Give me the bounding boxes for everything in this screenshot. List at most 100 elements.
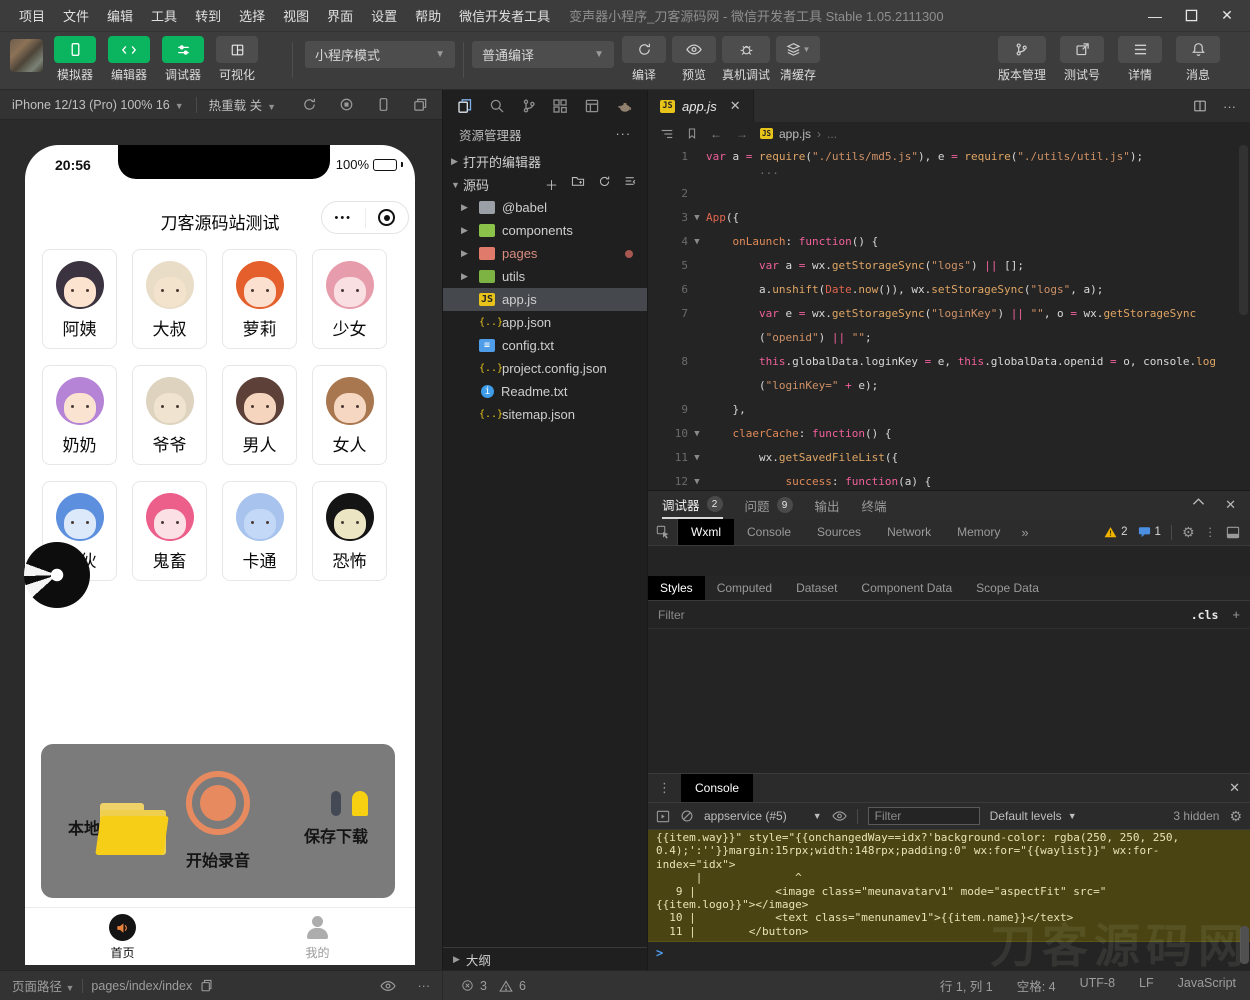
indentation[interactable]: 空格: 4 xyxy=(1017,976,1056,995)
encoding[interactable]: UTF-8 xyxy=(1080,976,1115,995)
app-tab-我的[interactable]: 我的 xyxy=(220,908,415,965)
tree-item-project.config.json[interactable]: {..}project.config.json xyxy=(443,357,647,380)
new-folder-icon[interactable] xyxy=(571,175,585,194)
eye-icon[interactable] xyxy=(380,980,396,992)
copy-path-icon[interactable] xyxy=(200,979,213,992)
voice-card-恐怖[interactable]: 恐怖 xyxy=(312,481,387,581)
action-版本管理[interactable]: 版本管理 xyxy=(998,36,1046,83)
styles-tab-Scope Data[interactable]: Scope Data xyxy=(964,576,1051,600)
back-icon[interactable]: ← xyxy=(710,127,722,141)
teapot-icon[interactable] xyxy=(616,98,633,114)
tab-appjs[interactable]: JS app.js ✕ xyxy=(648,90,754,122)
console-output[interactable]: {{item.way}}" style="{{onchangedWay==idx… xyxy=(648,830,1250,972)
console-sidebar-icon[interactable] xyxy=(656,810,670,823)
more-actions-icon[interactable]: ··· xyxy=(1223,99,1236,114)
floating-disc-icon[interactable] xyxy=(24,542,90,608)
more-menu-button[interactable]: ••• xyxy=(322,212,365,224)
tree-item-@babel[interactable]: ▶@babel xyxy=(443,196,647,219)
voice-card-鬼畜[interactable]: 鬼畜 xyxy=(132,481,207,581)
console-filter-input[interactable]: Filter xyxy=(868,807,980,825)
close-button[interactable]: ✕ xyxy=(1212,4,1242,28)
compile-mode-select[interactable]: 普通编译▼ xyxy=(472,41,614,68)
styles-tab-Dataset[interactable]: Dataset xyxy=(784,576,849,600)
record-screen-icon[interactable] xyxy=(339,97,354,112)
cls-toggle[interactable]: .cls xyxy=(1191,608,1219,622)
split-editor-icon[interactable] xyxy=(1193,99,1207,114)
inspect-element-icon[interactable] xyxy=(648,519,678,545)
action-详情[interactable]: 详情 xyxy=(1118,36,1162,83)
page-path-select[interactable]: 页面路径 ▼ xyxy=(12,976,74,995)
styles-tab-Styles[interactable]: Styles xyxy=(648,576,705,600)
clear-console-icon[interactable] xyxy=(680,809,694,823)
more-actions-icon[interactable]: ··· xyxy=(418,979,431,993)
styles-tab-Component Data[interactable]: Component Data xyxy=(849,576,964,600)
outline-section[interactable]: ▶ 大纲 xyxy=(443,947,647,970)
more-tabs-icon[interactable]: » xyxy=(1013,525,1036,540)
button-本地文件[interactable]: 本地文件 xyxy=(41,744,159,898)
view-toggle-调试器[interactable]: 调试器 xyxy=(160,36,206,83)
forward-icon[interactable]: → xyxy=(736,127,748,141)
dock-side-icon[interactable] xyxy=(1226,526,1240,539)
warning-count[interactable]: 2 xyxy=(1104,526,1127,538)
multi-window-icon[interactable] xyxy=(413,97,428,112)
message-count[interactable]: 1 xyxy=(1138,526,1161,538)
button-开始录音[interactable]: 开始录音 xyxy=(159,744,277,898)
close-tab-icon[interactable]: ✕ xyxy=(730,98,741,114)
menu-文件[interactable]: 文件 xyxy=(54,6,98,25)
voice-card-大叔[interactable]: 大叔 xyxy=(132,249,207,349)
view-toggle-编辑器[interactable]: 编辑器 xyxy=(106,36,152,83)
app-tab-首页[interactable]: 首页 xyxy=(25,908,220,965)
close-console-icon[interactable]: ✕ xyxy=(1229,780,1240,796)
kebab-menu-icon[interactable]: ⋮ xyxy=(1205,525,1217,539)
extensions-icon[interactable] xyxy=(552,98,568,114)
menu-转到[interactable]: 转到 xyxy=(186,6,230,25)
menu-选择[interactable]: 选择 xyxy=(230,6,274,25)
action-编译[interactable]: 编译 xyxy=(622,36,666,83)
cursor-position[interactable]: 行 1, 列 1 xyxy=(940,976,993,995)
tree-item-sitemap.json[interactable]: {..}sitemap.json xyxy=(443,403,647,426)
voice-card-少女[interactable]: 少女 xyxy=(312,249,387,349)
user-avatar[interactable] xyxy=(10,39,43,72)
more-actions-icon[interactable]: ··· xyxy=(616,127,632,141)
devtools-tab-Memory[interactable]: Memory xyxy=(944,519,1013,545)
menu-设置[interactable]: 设置 xyxy=(362,6,406,25)
devtools-tab-Network[interactable]: Network xyxy=(874,519,944,545)
action-预览[interactable]: 预览 xyxy=(672,36,716,83)
menu-视图[interactable]: 视图 xyxy=(274,6,318,25)
menu-工具[interactable]: 工具 xyxy=(142,6,186,25)
tree-item-Readme.txt[interactable]: iReadme.txt xyxy=(443,380,647,403)
voice-card-阿姨[interactable]: 阿姨 xyxy=(42,249,117,349)
action-消息[interactable]: 消息 xyxy=(1176,36,1220,83)
view-toggle-模拟器[interactable]: 模拟器 xyxy=(52,36,98,83)
context-select[interactable]: appservice (#5)▼ xyxy=(704,809,822,823)
styles-tab-Computed[interactable]: Computed xyxy=(705,576,784,600)
minimize-app-button[interactable] xyxy=(366,209,409,226)
styles-filter-input[interactable]: Filter xyxy=(658,608,685,622)
editor-scrollbar[interactable] xyxy=(1239,145,1248,315)
devtools-tab-Sources[interactable]: Sources xyxy=(804,519,874,545)
view-toggle-可视化[interactable]: 可视化 xyxy=(214,36,260,83)
language-mode[interactable]: JavaScript xyxy=(1178,976,1236,995)
wxml-tree-area[interactable] xyxy=(648,546,1250,576)
tree-item-config.txt[interactable]: ≡config.txt xyxy=(443,334,647,357)
menu-界面[interactable]: 界面 xyxy=(318,6,362,25)
new-file-icon[interactable]: ＋ xyxy=(545,175,558,194)
tree-item-app.json[interactable]: {..}app.json xyxy=(443,311,647,334)
npm-icon[interactable] xyxy=(584,98,600,114)
menu-编辑[interactable]: 编辑 xyxy=(98,6,142,25)
action-真机调试[interactable]: 真机调试 xyxy=(722,36,770,83)
tree-item-utils[interactable]: ▶utils xyxy=(443,265,647,288)
voice-card-萝莉[interactable]: 萝莉 xyxy=(222,249,297,349)
refresh-icon[interactable] xyxy=(302,97,317,112)
voice-card-女人[interactable]: 女人 xyxy=(312,365,387,465)
code-editor[interactable]: 1var a = require("./utils/md5.js"), e = … xyxy=(648,145,1250,490)
tree-item-app.js[interactable]: JSapp.js xyxy=(443,288,647,311)
tree-section-source[interactable]: ▼源码＋ xyxy=(443,173,647,196)
search-icon[interactable] xyxy=(489,98,505,114)
devtools-tab-Console[interactable]: Console xyxy=(734,519,804,545)
tree-item-pages[interactable]: ▶pages xyxy=(443,242,647,265)
voice-card-爷爷[interactable]: 爷爷 xyxy=(132,365,207,465)
debugger-tab-调试器[interactable]: 调试器2 xyxy=(662,491,723,519)
device-select[interactable]: iPhone 12/13 (Pro) 100% 16▼ xyxy=(12,98,184,112)
menu-帮助[interactable]: 帮助 xyxy=(406,6,450,25)
